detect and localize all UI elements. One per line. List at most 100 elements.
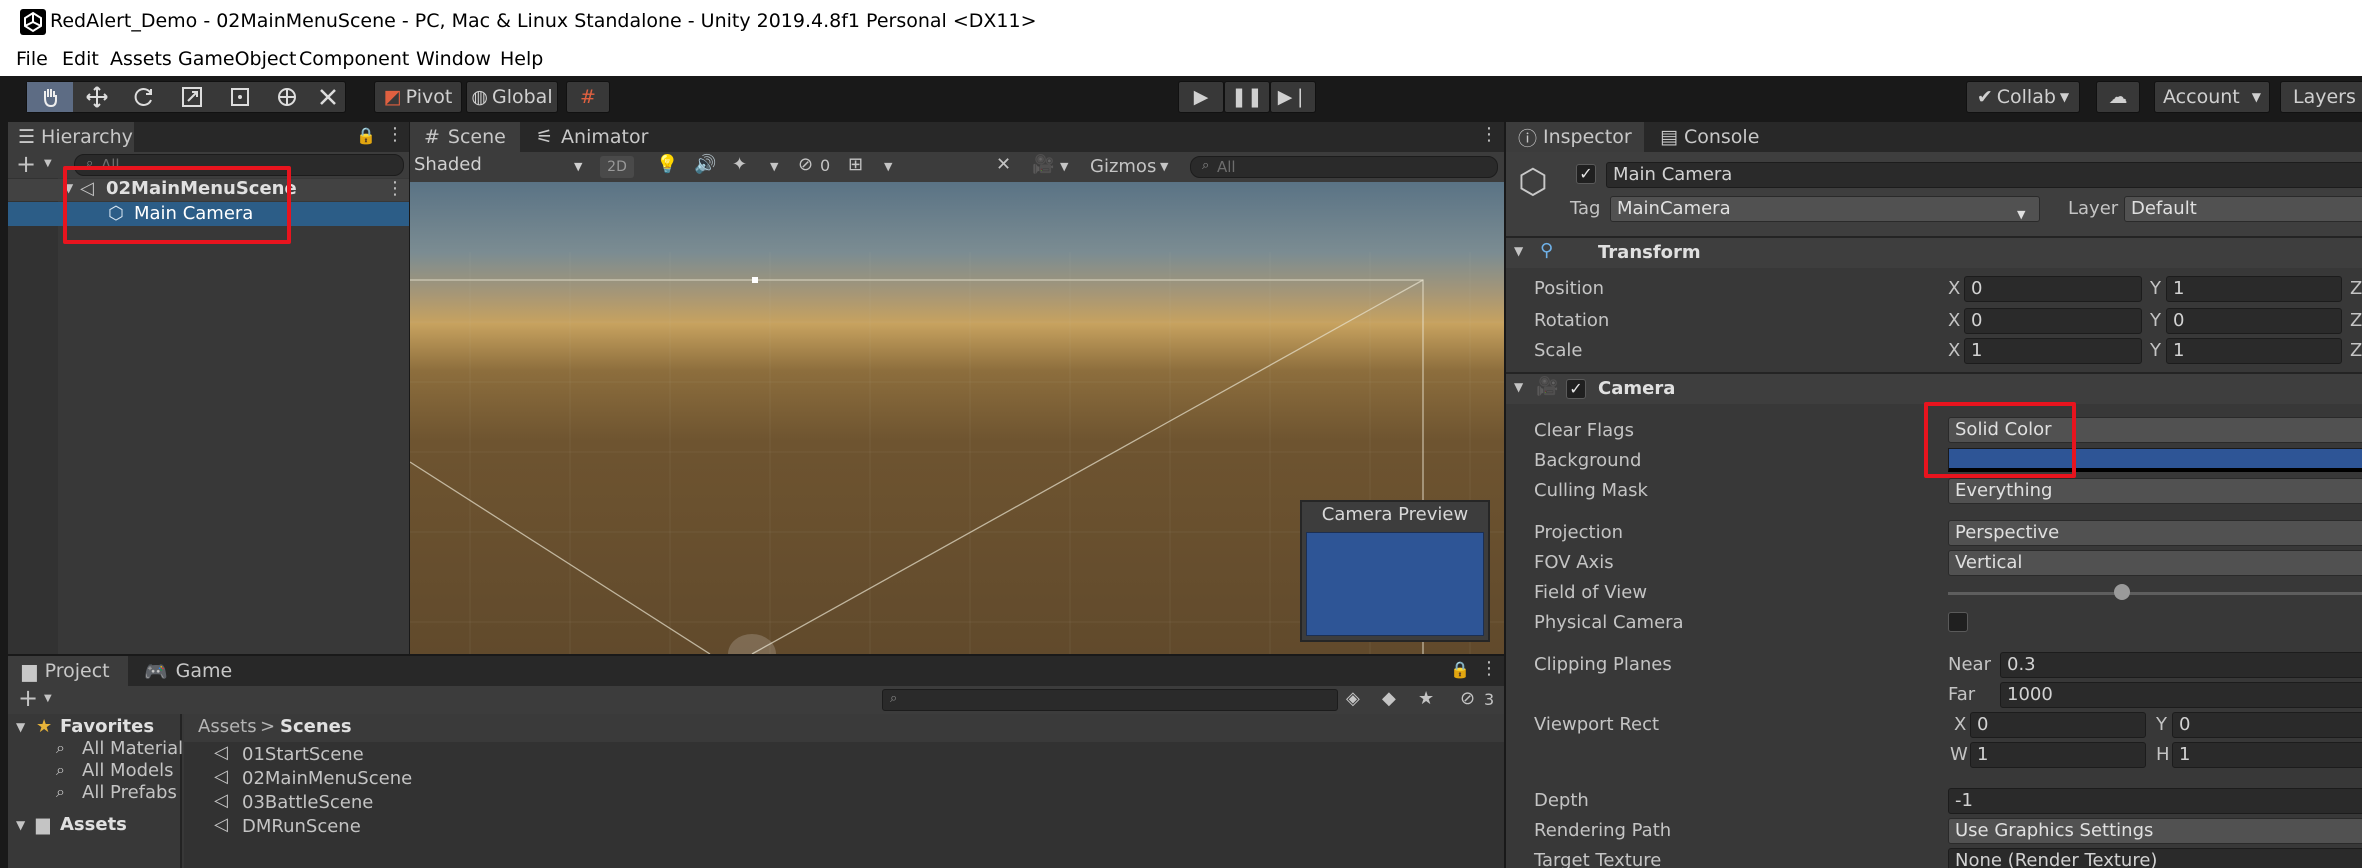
menu-file[interactable]: File bbox=[16, 48, 48, 70]
grid-snap-button[interactable]: # bbox=[566, 81, 610, 113]
assets-folder-label[interactable]: Assets bbox=[60, 814, 127, 835]
audio-icon[interactable]: 🔊 bbox=[694, 154, 716, 175]
depth-field[interactable]: -1 bbox=[1948, 788, 2362, 814]
tab-project[interactable]: ▆ Project bbox=[8, 656, 128, 686]
file-item[interactable]: 01StartScene bbox=[242, 744, 364, 765]
create-button[interactable]: + bbox=[18, 684, 38, 712]
hidden-eye-icon[interactable]: ⊘ bbox=[798, 154, 813, 175]
fav-all-materials[interactable]: All Material bbox=[82, 738, 183, 759]
transform-header[interactable]: ▼ ⚲ Transform bbox=[1506, 238, 2362, 268]
rotation-x-field[interactable]: 0 bbox=[1964, 308, 2142, 334]
chevron-down-icon[interactable]: ▼ bbox=[770, 160, 778, 173]
global-toggle[interactable]: ◍ Global bbox=[466, 81, 558, 113]
chevron-down-icon[interactable]: ▼ bbox=[1060, 160, 1068, 173]
active-checkbox[interactable]: ✓ bbox=[1576, 164, 1596, 184]
viewport-y-field[interactable]: 0 bbox=[2172, 712, 2362, 738]
play-button[interactable]: ▶ bbox=[1178, 81, 1224, 113]
hidden-eye-icon[interactable]: ⊘ bbox=[1460, 688, 1475, 709]
pivot-toggle[interactable]: ◩ Pivot bbox=[374, 81, 462, 113]
foldout-arrow-icon[interactable]: ▼ bbox=[1514, 244, 1523, 258]
account-dropdown[interactable]: Account ▼ bbox=[2154, 81, 2270, 113]
layers-dropdown[interactable]: Layers bbox=[2280, 81, 2362, 113]
create-button[interactable]: + bbox=[16, 150, 36, 178]
file-item[interactable]: 02MainMenuScene bbox=[242, 768, 412, 789]
file-item[interactable]: DMRunScene bbox=[242, 816, 361, 837]
breadcrumb-scenes[interactable]: Scenes bbox=[280, 716, 352, 737]
far-clip-field[interactable]: 1000 bbox=[2000, 682, 2362, 708]
chevron-down-icon[interactable]: ▼ bbox=[44, 693, 52, 704]
tag-dropdown[interactable]: MainCamera ▼ bbox=[1610, 196, 2040, 222]
menu-edit[interactable]: Edit bbox=[62, 48, 99, 70]
foldout-arrow-icon[interactable]: ▼ bbox=[1514, 380, 1523, 394]
menu-help[interactable]: Help bbox=[500, 48, 543, 70]
rotation-y-field[interactable]: 0 bbox=[2166, 308, 2342, 334]
scene-more-icon[interactable]: ⋮ bbox=[386, 178, 404, 199]
pause-button[interactable]: ❚❚ bbox=[1224, 81, 1270, 113]
camera-header[interactable]: ▼ 🎥 ✓ Camera bbox=[1506, 374, 2362, 404]
menu-component[interactable]: Component bbox=[299, 48, 409, 70]
camera-enabled-checkbox[interactable]: ✓ bbox=[1566, 379, 1586, 399]
near-clip-field[interactable]: 0.3 bbox=[2000, 652, 2362, 678]
tab-scene[interactable]: # Scene bbox=[410, 122, 520, 152]
layer-dropdown[interactable]: Default bbox=[2124, 196, 2362, 222]
gizmos-dropdown[interactable]: Gizmos ▼ bbox=[1080, 154, 1180, 180]
scale-y-field[interactable]: 1 bbox=[2166, 338, 2342, 364]
menu-window[interactable]: Window bbox=[416, 48, 491, 70]
scene-search-input[interactable]: All bbox=[1190, 156, 1498, 178]
lock-icon[interactable]: 🔒 bbox=[356, 126, 376, 145]
position-x-field[interactable]: 0 bbox=[1964, 276, 2142, 302]
expand-arrow-icon[interactable]: ▼ bbox=[16, 720, 25, 734]
fav-all-models[interactable]: All Models bbox=[82, 760, 173, 781]
collab-button[interactable]: ✔ Collab ▼ bbox=[1966, 81, 2080, 113]
move-tool-icon[interactable] bbox=[73, 86, 121, 108]
shading-mode-dropdown[interactable]: Shaded ▼ bbox=[414, 154, 590, 180]
fov-axis-dropdown[interactable]: Vertical bbox=[1948, 550, 2362, 576]
rotate-tool-icon[interactable] bbox=[120, 86, 168, 108]
object-name-field[interactable]: Main Camera bbox=[1606, 162, 2362, 188]
target-texture-field[interactable]: None (Render Texture) bbox=[1948, 848, 2362, 868]
cloud-button[interactable]: ☁ bbox=[2096, 81, 2140, 113]
filter-by-type-icon[interactable]: ◈ bbox=[1346, 688, 1360, 709]
tools-icon[interactable]: ✕ bbox=[996, 154, 1011, 175]
menu-assets[interactable]: Assets bbox=[110, 48, 172, 70]
menu-gameobject[interactable]: GameObject bbox=[178, 48, 296, 70]
expand-arrow-icon[interactable]: ▼ bbox=[16, 818, 25, 832]
position-y-field[interactable]: 1 bbox=[2166, 276, 2342, 302]
tab-animator[interactable]: ⚟ Animator bbox=[526, 122, 656, 152]
chevron-down-icon[interactable]: ▼ bbox=[884, 160, 892, 173]
field-of-view-slider-track[interactable] bbox=[1948, 592, 2362, 595]
hand-tool-icon[interactable] bbox=[27, 82, 73, 112]
transform-tool-icon[interactable] bbox=[264, 86, 312, 108]
viewport-h-field[interactable]: 1 bbox=[2172, 742, 2362, 768]
tab-hierarchy[interactable]: ☰ Hierarchy bbox=[8, 122, 134, 152]
tab-game[interactable]: 🎮 Game bbox=[138, 656, 248, 686]
rect-tool-icon[interactable] bbox=[216, 86, 264, 108]
filter-by-label-icon[interactable]: ◆ bbox=[1382, 688, 1396, 709]
viewport-x-field[interactable]: 0 bbox=[1970, 712, 2146, 738]
more-menu-icon[interactable]: ⋮ bbox=[386, 124, 404, 145]
more-menu-icon[interactable]: ⋮ bbox=[1480, 124, 1498, 145]
tab-console[interactable]: ▤ Console bbox=[1650, 122, 1780, 152]
favorites-label[interactable]: Favorites bbox=[60, 716, 154, 737]
scale-x-field[interactable]: 1 bbox=[1964, 338, 2142, 364]
tab-inspector[interactable]: ⓘ Inspector bbox=[1506, 122, 1644, 152]
scene-viewport[interactable]: Camera Preview bbox=[410, 182, 1504, 654]
custom-tool-icon[interactable] bbox=[311, 86, 345, 108]
favorite-star-icon[interactable]: ★ bbox=[1418, 688, 1434, 709]
toggle-2d-button[interactable]: 2D bbox=[600, 156, 634, 178]
scale-tool-icon[interactable] bbox=[168, 86, 216, 108]
effects-icon[interactable]: ✦ bbox=[732, 154, 747, 175]
breadcrumb-assets[interactable]: Assets bbox=[198, 716, 257, 737]
lock-icon[interactable]: 🔒 bbox=[1450, 660, 1470, 679]
lighting-icon[interactable]: 💡 bbox=[656, 154, 678, 175]
camera-icon[interactable]: 🎥 bbox=[1032, 154, 1054, 175]
field-of-view-slider-thumb[interactable] bbox=[2114, 584, 2130, 600]
project-search-input[interactable] bbox=[882, 689, 1338, 711]
more-menu-icon[interactable]: ⋮ bbox=[1480, 658, 1498, 679]
viewport-w-field[interactable]: 1 bbox=[1970, 742, 2146, 768]
fav-all-prefabs[interactable]: All Prefabs bbox=[82, 782, 177, 803]
culling-mask-dropdown[interactable]: Everything bbox=[1948, 478, 2362, 504]
rendering-path-dropdown[interactable]: Use Graphics Settings bbox=[1948, 818, 2362, 844]
grid-snapping-icon[interactable]: ⊞ bbox=[848, 154, 863, 175]
projection-dropdown[interactable]: Perspective bbox=[1948, 520, 2362, 546]
